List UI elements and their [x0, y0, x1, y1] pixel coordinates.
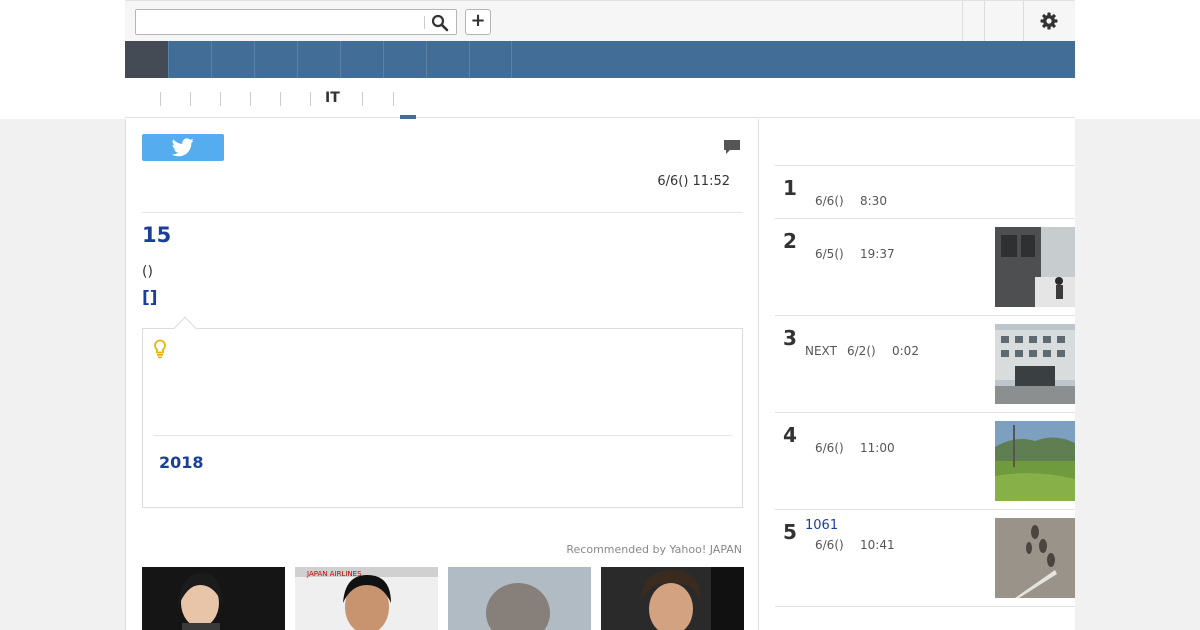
- main-nav: [125, 41, 1075, 78]
- nav-item-home[interactable]: [125, 41, 168, 78]
- subnav-divider: [310, 92, 311, 106]
- subnav-divider: [280, 92, 281, 106]
- ranking-item[interactable]: 3 NEXT 6/2() 0:02: [775, 316, 1075, 413]
- subnav-divider: [362, 92, 363, 106]
- twitter-share-button[interactable]: [142, 134, 224, 161]
- nav-item[interactable]: [340, 41, 383, 78]
- ranking-number: 5: [783, 520, 797, 544]
- toolbar-divider: [1023, 1, 1024, 41]
- subnav-divider: [393, 92, 394, 106]
- ranking-number: 1: [783, 176, 797, 200]
- ranking-time: 11:00: [860, 441, 895, 455]
- ranking-prefix: NEXT: [805, 344, 837, 358]
- lightbulb-icon: [153, 339, 167, 363]
- ranking-item[interactable]: 2 6/5() 19:37: [775, 219, 1075, 316]
- divider: [142, 212, 743, 213]
- ranking-sidebar: 1 6/6() 8:30 2 6/5() 19:37 3 NEXT 6/2() …: [759, 119, 1075, 630]
- gear-icon: [1040, 12, 1058, 30]
- ranking-number: 3: [783, 326, 797, 350]
- ranking-time: 0:02: [892, 344, 919, 358]
- tip-box: 2018: [142, 316, 743, 508]
- comment-icon: [724, 140, 740, 154]
- tip-year-link[interactable]: 2018: [159, 453, 204, 472]
- nav-item[interactable]: [168, 41, 211, 78]
- tip-arrow: [173, 316, 197, 340]
- divider: [153, 435, 732, 436]
- search-input[interactable]: [136, 10, 421, 34]
- ranking-item[interactable]: 1 6/6() 8:30: [775, 166, 1075, 219]
- ranking-number: 4: [783, 423, 797, 447]
- recommended-thumbnail[interactable]: [601, 567, 744, 630]
- ranking-item[interactable]: 5 1061 6/6() 10:41: [775, 510, 1075, 607]
- twitter-icon: [172, 138, 194, 157]
- nav-item[interactable]: [254, 41, 297, 78]
- subnav-divider: [250, 92, 251, 106]
- ranking-date: 6/6(): [815, 194, 844, 208]
- ranking-title[interactable]: 1061: [805, 518, 838, 533]
- article-date: 6/6() 11:52: [657, 174, 730, 189]
- subnav-divider: [160, 92, 161, 106]
- ranking-time: 10:41: [860, 538, 895, 552]
- nav-item[interactable]: [469, 41, 512, 78]
- subnav-divider: [190, 92, 191, 106]
- ranking-thumbnail: [995, 518, 1075, 598]
- recommended-label: Recommended by Yahoo! JAPAN: [566, 543, 742, 556]
- subnav-item-it[interactable]: IT: [325, 90, 340, 106]
- recommended-thumbnail[interactable]: [448, 567, 591, 630]
- ranking-thumbnail: [995, 421, 1075, 501]
- nav-item[interactable]: [297, 41, 340, 78]
- ranking-time: 19:37: [860, 247, 895, 261]
- ranking-number: 2: [783, 229, 797, 253]
- ranking-thumbnail: [995, 227, 1075, 307]
- toolbar-divider: [984, 1, 985, 41]
- source-link[interactable]: []: [142, 288, 158, 308]
- ranking-date: 6/6(): [815, 441, 844, 455]
- top-toolbar: +: [125, 0, 1075, 41]
- search-icon: [431, 14, 449, 32]
- nav-item[interactable]: [383, 41, 426, 78]
- ranking-date: 6/5(): [815, 247, 844, 261]
- sub-nav: IT: [125, 78, 1075, 119]
- search-button[interactable]: [431, 14, 449, 32]
- ranking-date: 6/6(): [815, 538, 844, 552]
- ranking-time: 8:30: [860, 194, 887, 208]
- ranking-thumbnail: [995, 324, 1075, 404]
- toolbar-divider: [962, 1, 963, 41]
- nav-item[interactable]: [211, 41, 254, 78]
- ranking-item[interactable]: 4 6/6() 11:00: [775, 413, 1075, 510]
- recommended-thumbnail[interactable]: JAPAN AIRLINES: [295, 567, 438, 630]
- article-headline: 15: [142, 223, 172, 247]
- settings-button[interactable]: [1039, 11, 1059, 31]
- nav-item[interactable]: [426, 41, 469, 78]
- add-button[interactable]: +: [465, 9, 491, 35]
- search-box: [135, 9, 457, 35]
- comment-button[interactable]: [723, 139, 741, 155]
- search-divider: [424, 16, 425, 29]
- recommended-thumbnail[interactable]: [142, 567, 285, 630]
- article-panel: 6/6() 11:52 15 () [] 2018 Recommended by…: [125, 119, 759, 630]
- svg-text:JAPAN AIRLINES: JAPAN AIRLINES: [306, 570, 362, 578]
- subnav-divider: [220, 92, 221, 106]
- ranking-date: 6/2(): [847, 344, 876, 358]
- article-byline: (): [142, 264, 153, 280]
